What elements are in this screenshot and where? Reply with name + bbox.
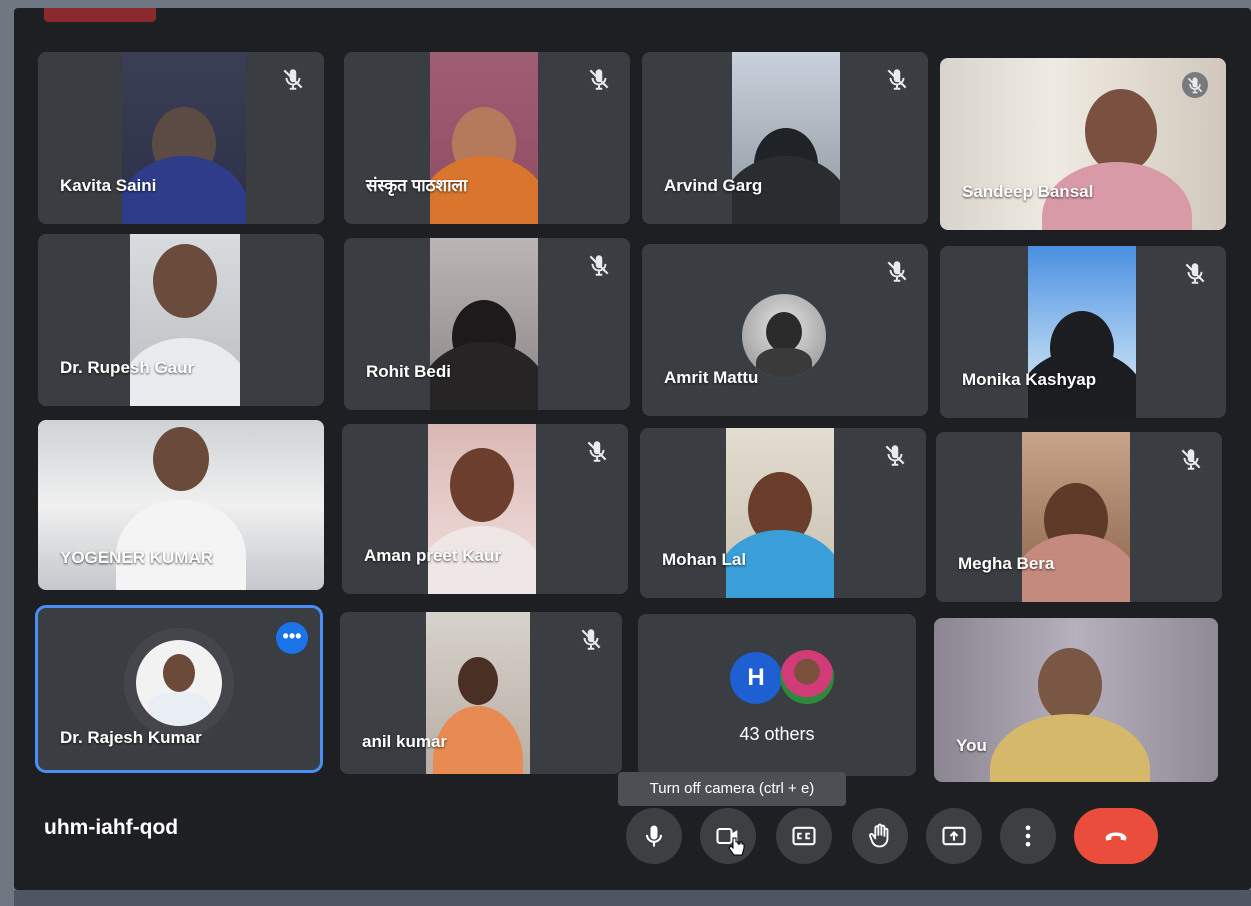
participant-tile-amrit-mattu[interactable]: Amrit Mattu bbox=[642, 244, 928, 416]
participant-name: Arvind Garg bbox=[664, 176, 763, 195]
participant-tile-rupesh-gaur[interactable]: Dr. Rupesh Gaur bbox=[38, 234, 324, 406]
meeting-code: uhm-iahf-qod bbox=[44, 816, 179, 839]
others-tile[interactable]: H 43 others bbox=[638, 614, 916, 776]
participant-avatar bbox=[742, 294, 826, 378]
mic-off-icon bbox=[586, 66, 612, 92]
more-options-button[interactable]: ••• bbox=[276, 622, 308, 654]
participant-name: Mohan Lal bbox=[662, 550, 747, 569]
captions-button[interactable] bbox=[776, 808, 832, 864]
mic-off-icon bbox=[1182, 72, 1208, 98]
participant-tile-sanskrit-pathshala[interactable]: संस्कृत पाठशाला bbox=[344, 52, 630, 224]
participant-tile-yogener-kumar[interactable]: YOGENER KUMAR bbox=[38, 420, 324, 590]
mic-off-icon bbox=[578, 626, 604, 652]
raise-hand-button[interactable] bbox=[852, 808, 908, 864]
participant-name: anil kumar bbox=[362, 732, 448, 751]
more-options-button[interactable] bbox=[1000, 808, 1056, 864]
participant-tile-rohit-bedi[interactable]: Rohit Bedi bbox=[344, 238, 630, 410]
mic-off-icon bbox=[1178, 446, 1204, 472]
mic-off-icon bbox=[586, 252, 612, 278]
cursor-hand-icon bbox=[728, 837, 745, 856]
participant-tile-anil-kumar[interactable]: anil kumar bbox=[340, 612, 622, 774]
participant-video bbox=[1022, 432, 1130, 602]
participant-tile-rajesh-kumar[interactable]: ••• Dr. Rajesh Kumar bbox=[38, 608, 320, 770]
mic-off-icon bbox=[280, 66, 306, 92]
mic-off-icon bbox=[884, 258, 910, 284]
participant-name: Kavita Saini bbox=[60, 176, 157, 195]
others-avatar-h: H bbox=[730, 652, 782, 704]
participant-name: You bbox=[956, 736, 987, 755]
participant-name: Amrit Mattu bbox=[664, 368, 759, 387]
participant-tile-sandeep-bansal[interactable]: Sandeep Bansal bbox=[940, 58, 1226, 230]
camera-button[interactable] bbox=[700, 808, 756, 864]
hand-icon bbox=[869, 823, 889, 848]
participant-tile-megha-bera[interactable]: Megha Bera bbox=[936, 432, 1222, 602]
browser-tab-strip bbox=[44, 8, 156, 22]
participant-video bbox=[934, 618, 1218, 782]
participant-tile-monika-kashyap[interactable]: Monika Kashyap bbox=[940, 246, 1226, 418]
mic-off-icon bbox=[584, 438, 610, 464]
participant-video bbox=[726, 428, 834, 598]
participant-name: YOGENER KUMAR bbox=[60, 548, 214, 567]
hang-up-icon bbox=[1105, 832, 1127, 841]
participant-tile-you[interactable]: You bbox=[934, 618, 1218, 782]
participant-name: Monika Kashyap bbox=[962, 370, 1097, 389]
microphone-icon bbox=[645, 825, 663, 847]
participant-tile-arvind-garg[interactable]: Arvind Garg bbox=[642, 52, 928, 224]
participant-tile-aman-preet-kaur[interactable]: Aman preet Kaur bbox=[342, 424, 628, 594]
participant-video bbox=[130, 234, 240, 406]
participant-name: Dr. Rajesh Kumar bbox=[60, 728, 202, 747]
participant-video bbox=[732, 52, 840, 224]
present-screen-icon bbox=[942, 826, 966, 846]
mic-off-icon bbox=[884, 66, 910, 92]
participant-name: संस्कृत पाठशाला bbox=[366, 176, 468, 195]
more-vertical-icon bbox=[1025, 825, 1031, 847]
participant-avatar bbox=[136, 640, 222, 726]
captions-icon bbox=[792, 826, 816, 846]
meet-window: Kavita Saini संस्कृत पाठशाला Arvind Garg… bbox=[14, 8, 1251, 890]
taskbar-edge bbox=[14, 890, 1251, 906]
participant-name: Rohit Bedi bbox=[366, 362, 451, 381]
participant-video bbox=[1028, 246, 1136, 418]
present-button[interactable] bbox=[926, 808, 982, 864]
participant-name: Sandeep Bansal bbox=[962, 182, 1094, 201]
participant-name: Dr. Rupesh Gaur bbox=[60, 358, 195, 377]
camera-tooltip: Turn off camera (ctrl + e) bbox=[618, 772, 846, 806]
mic-off-icon bbox=[882, 442, 908, 468]
participant-name: Aman preet Kaur bbox=[364, 546, 501, 565]
microphone-button[interactable] bbox=[626, 808, 682, 864]
participant-name: Megha Bera bbox=[958, 554, 1055, 573]
mic-off-icon bbox=[1182, 260, 1208, 286]
others-count: 43 others bbox=[739, 724, 815, 744]
leave-call-button[interactable] bbox=[1074, 808, 1158, 864]
participant-video bbox=[430, 238, 538, 410]
participant-tile-mohan-lal[interactable]: Mohan Lal bbox=[640, 428, 926, 598]
participant-video bbox=[430, 52, 538, 224]
others-avatar-photo bbox=[780, 650, 834, 704]
participant-video bbox=[122, 52, 246, 224]
participant-tile-kavita-saini[interactable]: Kavita Saini bbox=[38, 52, 324, 224]
participant-video bbox=[428, 424, 536, 594]
